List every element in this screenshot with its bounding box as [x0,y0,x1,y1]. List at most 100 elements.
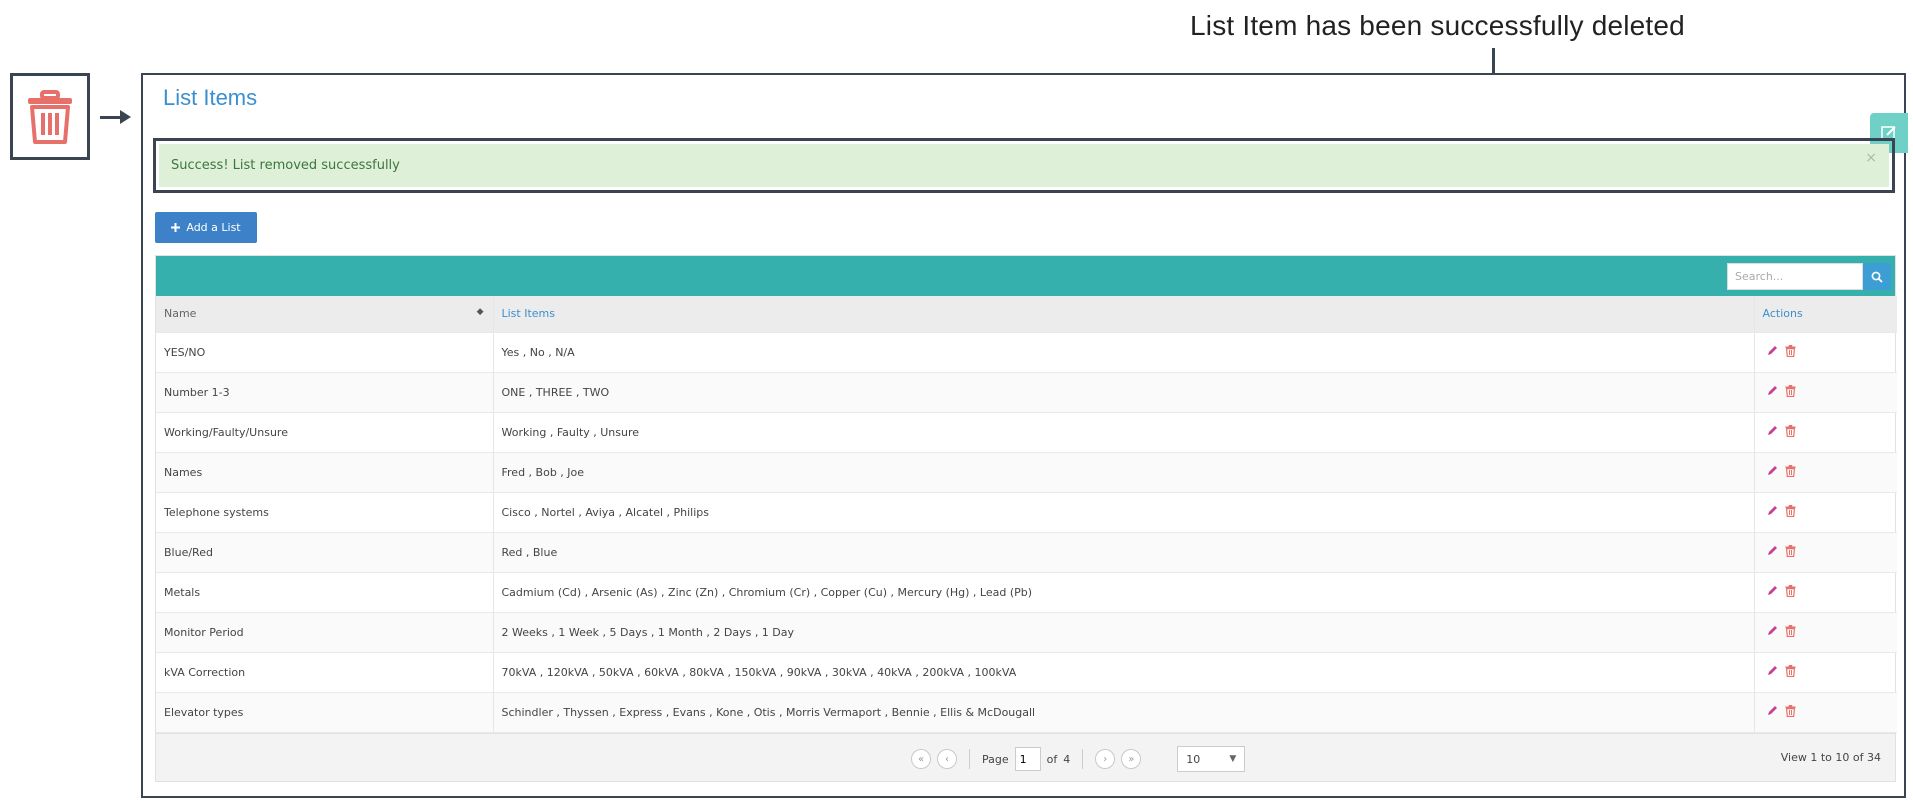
row-list-items: Cadmium (Cd) , Arsenic (As) , Zinc (Zn) … [493,572,1755,613]
alert-highlight: Success! List removed successfully × [153,138,1895,193]
delete-trash-icon[interactable] [1785,344,1796,360]
delete-trash-icon[interactable] [1785,384,1796,400]
row-actions [1754,652,1897,693]
table-row: Number 1-3 ONE , THREE , TWO [156,372,1897,413]
search-input[interactable] [1727,263,1863,290]
trash-icon [28,89,72,144]
delete-trash-icon[interactable] [1785,504,1796,520]
delete-trash-icon[interactable] [1785,664,1796,680]
row-actions [1754,612,1897,653]
table-row: Telephone systems Cisco , Nortel , Aviya … [156,492,1897,533]
row-list-items: 70kVA , 120kVA , 50kVA , 60kVA , 80kVA ,… [493,652,1755,693]
search-icon [1871,271,1883,283]
table-header-row: Name ◆ List Items Actions [156,296,1897,333]
pager-divider [969,749,970,769]
last-page-icon[interactable]: » [1121,749,1142,769]
page-label: Page [982,752,1009,766]
alert-close-icon[interactable]: × [1865,150,1877,166]
delete-trash-icon[interactable] [1785,584,1796,600]
edit-pencil-icon[interactable] [1767,465,1778,479]
rows-per-page-value: 10 [1186,752,1201,766]
row-list-items: Cisco , Nortel , Aviya , Alcatel , Phili… [493,492,1755,533]
annotation-trash-box [10,73,90,160]
row-list-items: Yes , No , N/A [493,332,1755,373]
row-actions [1754,572,1897,613]
row-name: Monitor Period [156,612,494,653]
page-number-input[interactable] [1014,747,1041,771]
delete-trash-icon[interactable] [1785,464,1796,480]
plus-icon [171,223,181,232]
row-actions [1754,452,1897,493]
edit-pencil-icon[interactable] [1767,345,1778,359]
row-list-items: ONE , THREE , TWO [493,372,1755,413]
lists-grid: Name ◆ List Items Actions YES/NOYes , No… [155,255,1897,782]
pager: « ‹ Page of 4 › » 10 ▼ View 1 to 10 of 3… [156,733,1895,781]
row-list-items: Schindler , Thyssen , Express , Evans , … [493,692,1755,733]
row-list-items: Fred , Bob , Joe [493,452,1755,493]
annotation-arrow-head [120,110,131,124]
header-name-label: Name [164,307,197,321]
success-alert-text: Success! List removed successfully [171,158,400,173]
row-list-items: 2 Weeks , 1 Week , 5 Days , 1 Month , 2 … [493,612,1755,653]
row-name: YES/NO [156,332,494,373]
row-actions [1754,412,1897,453]
row-actions [1754,532,1897,573]
search-button[interactable] [1863,263,1891,290]
delete-trash-icon[interactable] [1785,424,1796,440]
records-summary: View 1 to 10 of 34 [1780,751,1881,764]
table-row: Names Fred , Bob , Joe [156,452,1897,493]
table-row: Elevator types Schindler , Thyssen , Expr… [156,692,1897,733]
of-label: of [1046,752,1058,766]
row-actions [1754,332,1897,373]
row-name: Working/Faulty/Unsure [156,412,494,453]
edit-pencil-icon[interactable] [1767,705,1778,719]
edit-pencil-icon[interactable] [1767,505,1778,519]
row-actions [1754,492,1897,533]
edit-pencil-icon[interactable] [1767,385,1778,399]
add-list-label: Add a List [186,221,241,234]
pager-divider [1082,749,1084,769]
lists-table: Name ◆ List Items Actions YES/NO Yes , No… [156,296,1897,733]
sort-icon[interactable]: ◆ [477,307,484,317]
row-list-items: Red , Blue [493,532,1755,573]
total-pages: 4 [1063,752,1071,766]
table-row: kVA Correction 70kVA , 120kVA , 50kVA , 6… [156,652,1897,693]
delete-trash-icon[interactable] [1785,624,1796,640]
table-row: Working/Faulty/Unsure Working , Faulty , … [156,412,1897,453]
header-name[interactable]: Name ◆ [156,296,494,333]
grid-toolbar [156,256,1895,296]
edit-pencil-icon[interactable] [1767,545,1778,559]
table-row: YES/NO Yes , No , N/A [156,332,1897,373]
table-row: Blue/Red Red , Blue [156,532,1897,573]
success-alert: Success! List removed successfully × [159,144,1889,187]
table-row: Metals Cadmium (Cd) , Arsenic (As) , Zinc… [156,572,1897,613]
row-name: Names [156,452,494,493]
app-frame: List Items Success! List removed success… [141,73,1908,798]
edit-pencil-icon[interactable] [1767,585,1778,599]
header-actions: Actions [1754,296,1897,333]
row-actions [1754,692,1897,733]
annotation-text: List Item has been successfully deleted [1190,10,1685,41]
prev-page-icon[interactable]: ‹ [937,749,957,769]
row-name: kVA Correction [156,652,494,693]
rows-per-page-select[interactable]: 10 ▼ [1177,746,1246,772]
page-title: List Items [163,85,258,110]
edit-pencil-icon[interactable] [1767,665,1778,679]
edit-pencil-icon[interactable] [1767,625,1778,639]
row-name: Elevator types [156,692,494,733]
row-actions [1754,372,1897,413]
add-list-button[interactable]: Add a List [155,212,257,243]
annotation-arrow [100,116,122,119]
row-list-items: Working , Faulty , Unsure [493,412,1755,453]
header-list-items[interactable]: List Items [493,296,1755,333]
row-name: Telephone systems [156,492,494,533]
delete-trash-icon[interactable] [1785,544,1796,560]
edit-pencil-icon[interactable] [1767,425,1778,439]
delete-trash-icon[interactable] [1785,704,1796,720]
table-row: Monitor Period 2 Weeks , 1 Week , 5 Days … [156,612,1897,653]
row-name: Number 1-3 [156,372,494,413]
next-page-icon[interactable]: › [1095,749,1116,769]
pager-controls: « ‹ Page of 4 › » 10 ▼ [911,746,1246,772]
row-name: Blue/Red [156,532,494,573]
first-page-icon[interactable]: « [911,749,931,769]
